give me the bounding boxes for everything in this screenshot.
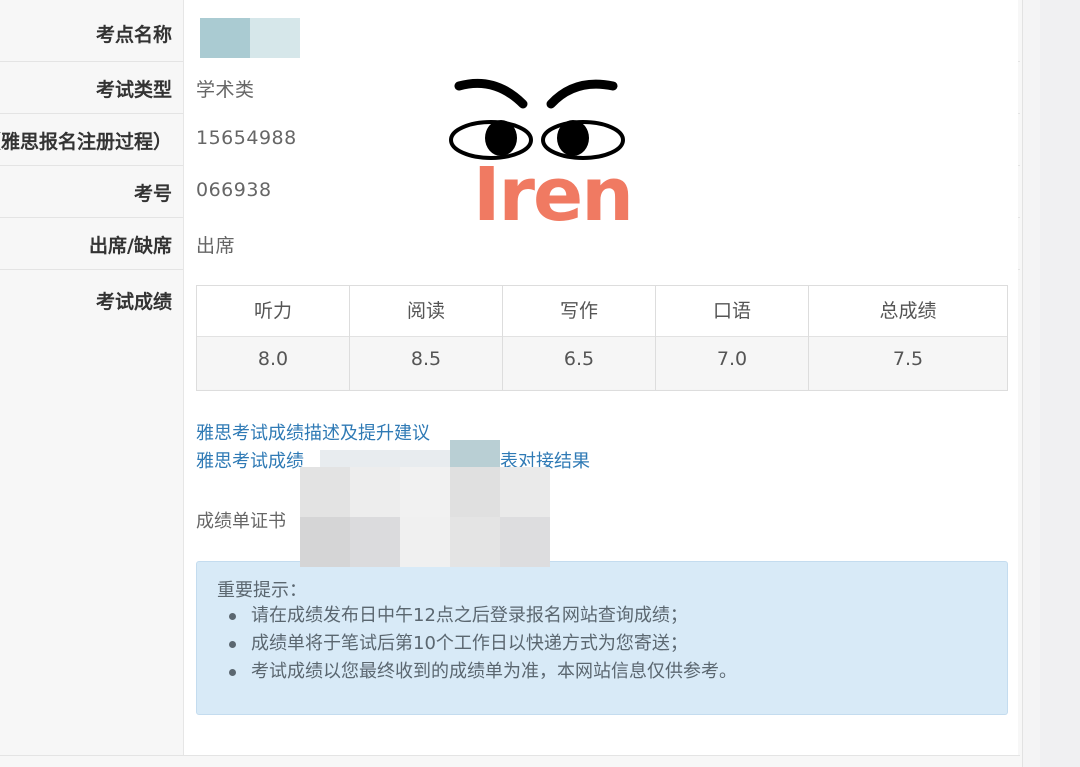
right-margin: [1040, 0, 1080, 767]
candidate-number-value: 066938: [196, 179, 272, 201]
score-header-listening: 听力: [197, 286, 349, 337]
candidate-number-label: 考号: [133, 183, 172, 205]
attendance-value: 出席: [196, 235, 236, 257]
redacted-site-name: [200, 18, 300, 58]
notice-item: 请在成绩发布日中午12点之后登录报名网站查询成绩；: [225, 602, 737, 630]
cefr-link-start: 雅思考试成绩: [196, 451, 304, 472]
score-col-listening: 听力 8.0: [197, 286, 350, 390]
watermark-text: Iren: [473, 152, 634, 238]
score-value-writing: 6.5: [503, 337, 655, 389]
notice-title: 重要提示：: [217, 580, 307, 601]
notice-list: 请在成绩发布日中午12点之后登录报名网站查询成绩； 成绩单将于笔试后第10个工作…: [225, 602, 737, 686]
notice-item: 成绩单将于笔试后第10个工作日以快递方式为您寄送；: [225, 630, 737, 658]
score-header-reading: 阅读: [350, 286, 502, 337]
exam-type-value: 学术类: [196, 79, 255, 101]
attendance-label: 出席/缺席: [89, 235, 172, 257]
score-value-overall: 7.5: [809, 337, 1007, 389]
score-col-speaking: 口语 7.0: [656, 286, 809, 390]
notice-item: 考试成绩以您最终收到的成绩单为准，本网站信息仅供参考。: [225, 658, 737, 686]
score-value-reading: 8.5: [350, 337, 502, 389]
score-header-speaking: 口语: [656, 286, 808, 337]
watermark-sticker: Iren: [443, 74, 634, 244]
score-report-page: 考点名称 考试类型 学术类 （雅思报名注册过程） 15654988 考号 066…: [0, 0, 1023, 767]
site-name-value-cell: [183, 0, 1018, 61]
registration-label: （雅思报名注册过程）: [0, 131, 172, 153]
score-value-speaking: 7.0: [656, 337, 808, 389]
eyes-icon: [449, 78, 625, 160]
score-col-writing: 写作 6.5: [503, 286, 656, 390]
important-notice: 重要提示： 请在成绩发布日中午12点之后登录报名网站查询成绩； 成绩单将于笔试后…: [196, 561, 1008, 715]
score-col-overall: 总成绩 7.5: [809, 286, 1007, 390]
exam-type-label: 考试类型: [95, 79, 172, 101]
registration-value: 15654988: [196, 127, 297, 149]
exam-results-label: 考试成绩: [95, 291, 172, 313]
score-header-writing: 写作: [503, 286, 655, 337]
score-advice-link[interactable]: 雅思考试成绩描述及提升建议: [196, 419, 430, 445]
score-table: 听力 8.0 阅读 8.5 写作 6.5 口语 7.0 总成绩 7.5: [196, 285, 1008, 391]
score-header-overall: 总成绩: [809, 286, 1007, 337]
score-value-listening: 8.0: [197, 337, 349, 389]
row-site-name: 考点名称: [0, 0, 1020, 62]
site-name-label: 考点名称: [95, 24, 172, 46]
score-col-reading: 阅读 8.5: [350, 286, 503, 390]
certificate-label: 成绩单证书: [196, 511, 286, 532]
